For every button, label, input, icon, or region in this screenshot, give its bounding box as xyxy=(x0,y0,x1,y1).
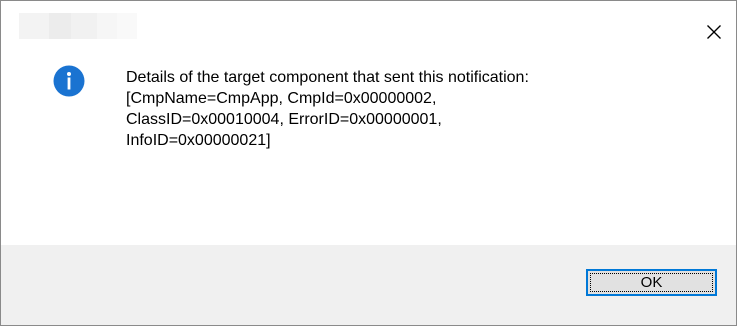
title-bar xyxy=(1,1,736,39)
ok-button-label: OK xyxy=(640,274,663,291)
close-icon xyxy=(707,25,721,39)
close-button[interactable] xyxy=(698,18,730,46)
message-text: Details of the target component that sen… xyxy=(126,69,529,149)
dialog-footer: OK xyxy=(1,245,736,325)
ok-button[interactable]: OK xyxy=(586,269,717,296)
message-dialog: Details of the target component that sen… xyxy=(0,0,737,326)
info-icon xyxy=(53,65,85,97)
window-title xyxy=(19,13,137,39)
